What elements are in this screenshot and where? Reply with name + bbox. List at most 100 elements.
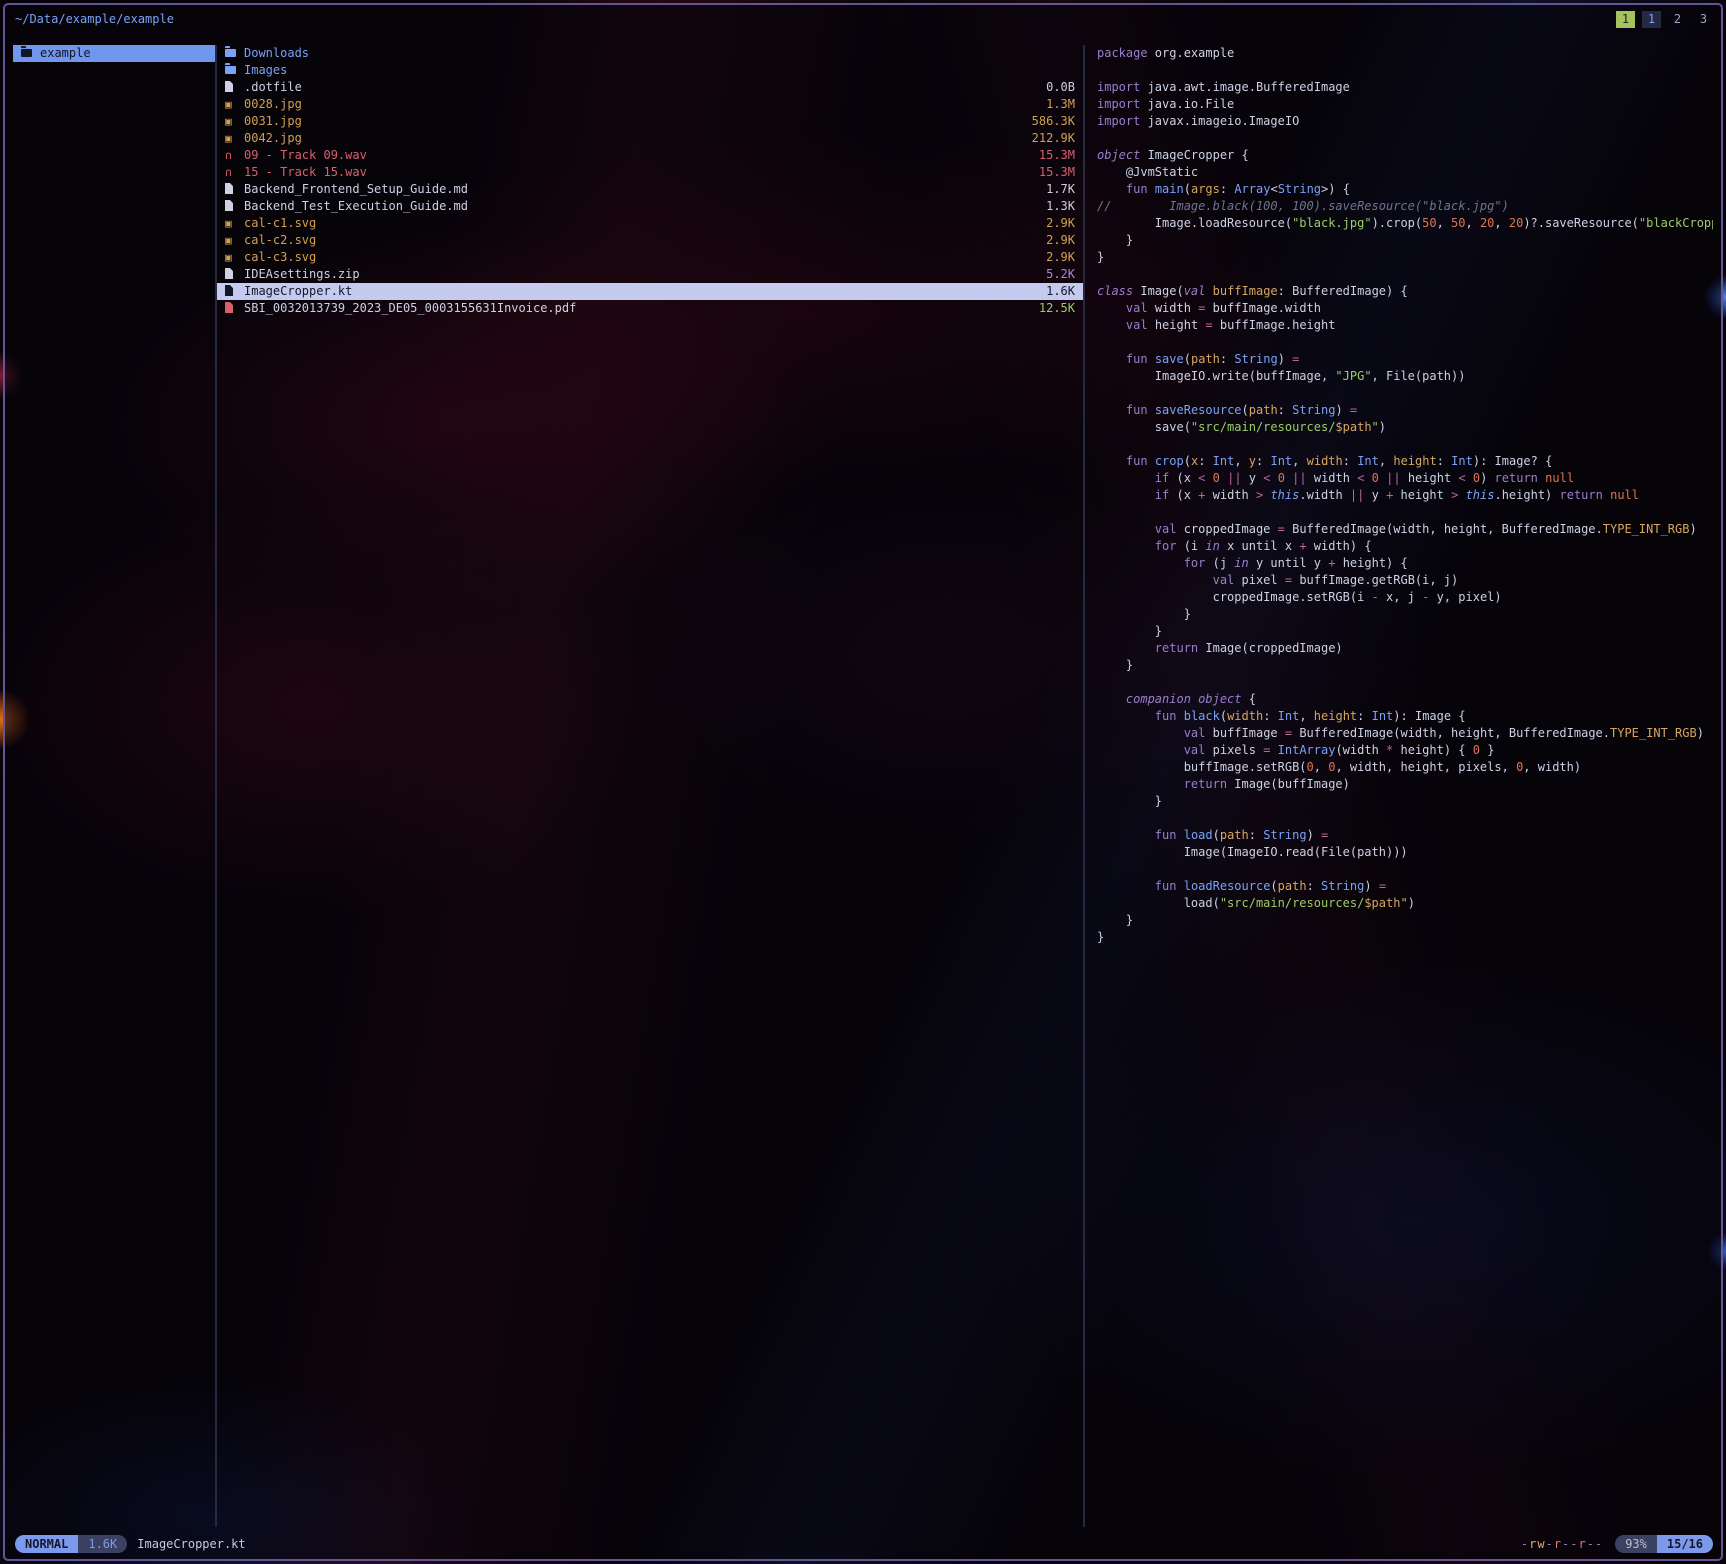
file-name: cal-c3.svg (244, 249, 316, 266)
image-icon: ▣ (225, 116, 237, 127)
file-name: 0042.jpg (244, 130, 302, 147)
file-row[interactable]: ▣ cal-c3.svg 2.9K (217, 249, 1083, 266)
file-row[interactable]: IDEAsettings.zip 5.2K (217, 266, 1083, 283)
file-row[interactable]: ImageCropper.kt1.6K (217, 283, 1083, 300)
code-line: val height = buffImage.height (1097, 317, 1713, 334)
code-line: } (1097, 249, 1713, 266)
code-line: companion object { (1097, 691, 1713, 708)
status-bar: NORMAL 1.6K ImageCropper.kt -rw-r--r-- 9… (15, 1534, 1713, 1554)
image-icon: ▣ (225, 99, 237, 110)
code-icon (225, 285, 237, 298)
parent-dir-item[interactable]: example (13, 45, 215, 62)
folder-icon (225, 48, 237, 59)
pdf-icon (225, 302, 237, 315)
code-line (1097, 436, 1713, 453)
mode-pill: NORMAL 1.6K (15, 1535, 127, 1553)
file-row[interactable]: ▣cal-c1.svg2.9K (217, 215, 1083, 232)
code-line: Image.loadResource("black.jpg").crop(50,… (1097, 215, 1713, 232)
cursor-position: 15/16 (1657, 1535, 1713, 1553)
code-line (1097, 266, 1713, 283)
file-size: 1.7K (1046, 181, 1075, 198)
file-row[interactable]: ∩15 - Track 15.wav15.3M (217, 164, 1083, 181)
code-line: } (1097, 929, 1713, 946)
code-line (1097, 334, 1713, 351)
file-row[interactable]: ▣ 0028.jpg 1.3M (217, 96, 1083, 113)
folder-icon (21, 48, 33, 59)
file-size: 2.9K (1046, 215, 1075, 232)
code-line: if (x + width > this.width || y + height… (1097, 487, 1713, 504)
file-size: 586.3K (1032, 113, 1075, 130)
header-bar: ~/Data/example/example 1123 (15, 8, 1713, 30)
file-size: 15.3M (1039, 164, 1075, 181)
file-row[interactable]: ▣ 0031.jpg 586.3K (217, 113, 1083, 130)
tab-2[interactable]: 2 (1668, 11, 1687, 28)
code-line: buffImage.setRGB(0, 0, width, height, pi… (1097, 759, 1713, 776)
file-row[interactable]: SBI_0032013739_2023_DE05_0003155631Invoi… (217, 300, 1083, 317)
code-line (1097, 385, 1713, 402)
code-line (1097, 861, 1713, 878)
markdown-icon (225, 200, 237, 213)
file-name: 0031.jpg (244, 113, 302, 130)
preview-pane: package org.example import java.awt.imag… (1085, 45, 1713, 1527)
code-line: val croppedImage = BufferedImage(width, … (1097, 521, 1713, 538)
file-permissions: -rw-r--r-- (1521, 1537, 1603, 1551)
code-line: package org.example (1097, 45, 1713, 62)
code-line: } (1097, 232, 1713, 249)
tab-3[interactable]: 3 (1694, 11, 1713, 28)
code-line: fun black(width: Int, height: Int): Imag… (1097, 708, 1713, 725)
code-line (1097, 504, 1713, 521)
tab-1[interactable]: 1 (1642, 11, 1661, 28)
image-icon: ▣ (225, 235, 237, 246)
file-row[interactable]: ▣0042.jpg212.9K (217, 130, 1083, 147)
code-line: if (x < 0 || y < 0 || width < 0 || heigh… (1097, 470, 1713, 487)
file-name: .dotfile (244, 79, 302, 96)
file-name: IDEAsettings.zip (244, 266, 360, 283)
file-size: 1.3K (1046, 198, 1075, 215)
code-line: for (j in y until y + height) { (1097, 555, 1713, 572)
file-name: cal-c2.svg (244, 232, 316, 249)
file-row[interactable]: Images (217, 62, 1083, 79)
code-line: } (1097, 623, 1713, 640)
code-line: return Image(buffImage) (1097, 776, 1713, 793)
file-list-pane: DownloadsImages.dotfile0.0B ▣ 0028.jpg 1.3M… (217, 45, 1083, 1527)
code-line: } (1097, 606, 1713, 623)
file-row[interactable]: Backend_Frontend_Setup_Guide.md 1.7K (217, 181, 1083, 198)
panes-container: example DownloadsImages.dotfile0.0B ▣ 0028… (13, 45, 1713, 1527)
file-row[interactable]: Backend_Test_Execution_Guide.md1.3K (217, 198, 1083, 215)
audio-icon: ∩ (225, 150, 237, 161)
file-size: 1.3M (1046, 96, 1075, 113)
file-name: Images (244, 62, 287, 79)
code-line: return Image(croppedImage) (1097, 640, 1713, 657)
code-line (1097, 62, 1713, 79)
session-badge[interactable]: 1 (1616, 11, 1635, 28)
code-line: load("src/main/resources/$path") (1097, 895, 1713, 912)
image-icon: ▣ (225, 252, 237, 263)
code-line: fun load(path: String) = (1097, 827, 1713, 844)
code-line: import java.io.File (1097, 96, 1713, 113)
position-pill: 93% 15/16 (1615, 1535, 1713, 1553)
file-row[interactable]: .dotfile0.0B (217, 79, 1083, 96)
file-name: SBI_0032013739_2023_DE05_0003155631Invoi… (244, 300, 576, 317)
file-row[interactable]: Downloads (217, 45, 1083, 62)
code-line: class Image(val buffImage: BufferedImage… (1097, 283, 1713, 300)
code-line: fun saveResource(path: String) = (1097, 402, 1713, 419)
tab-bar: 1123 (1616, 11, 1713, 28)
code-line: croppedImage.setRGB(i - x, j - y, pixel) (1097, 589, 1713, 606)
file-icon (225, 81, 237, 94)
file-row[interactable]: ∩09 - Track 09.wav15.3M (217, 147, 1083, 164)
file-row[interactable]: ▣cal-c2.svg2.9K (217, 232, 1083, 249)
file-size: 2.9K (1046, 249, 1075, 266)
file-name: 0028.jpg (244, 96, 302, 113)
file-name: Backend_Frontend_Setup_Guide.md (244, 181, 468, 198)
parent-directory-pane: example (13, 45, 215, 1527)
code-line: fun loadResource(path: String) = (1097, 878, 1713, 895)
markdown-icon (225, 183, 237, 196)
code-line: import java.awt.image.BufferedImage (1097, 79, 1713, 96)
file-name: cal-c1.svg (244, 215, 316, 232)
file-size: 15.3M (1039, 147, 1075, 164)
code-line (1097, 810, 1713, 827)
file-name: ImageCropper.kt (244, 283, 352, 300)
file-size: 5.2K (1046, 266, 1075, 283)
file-size-indicator: 1.6K (78, 1535, 127, 1553)
image-icon: ▣ (225, 133, 237, 144)
